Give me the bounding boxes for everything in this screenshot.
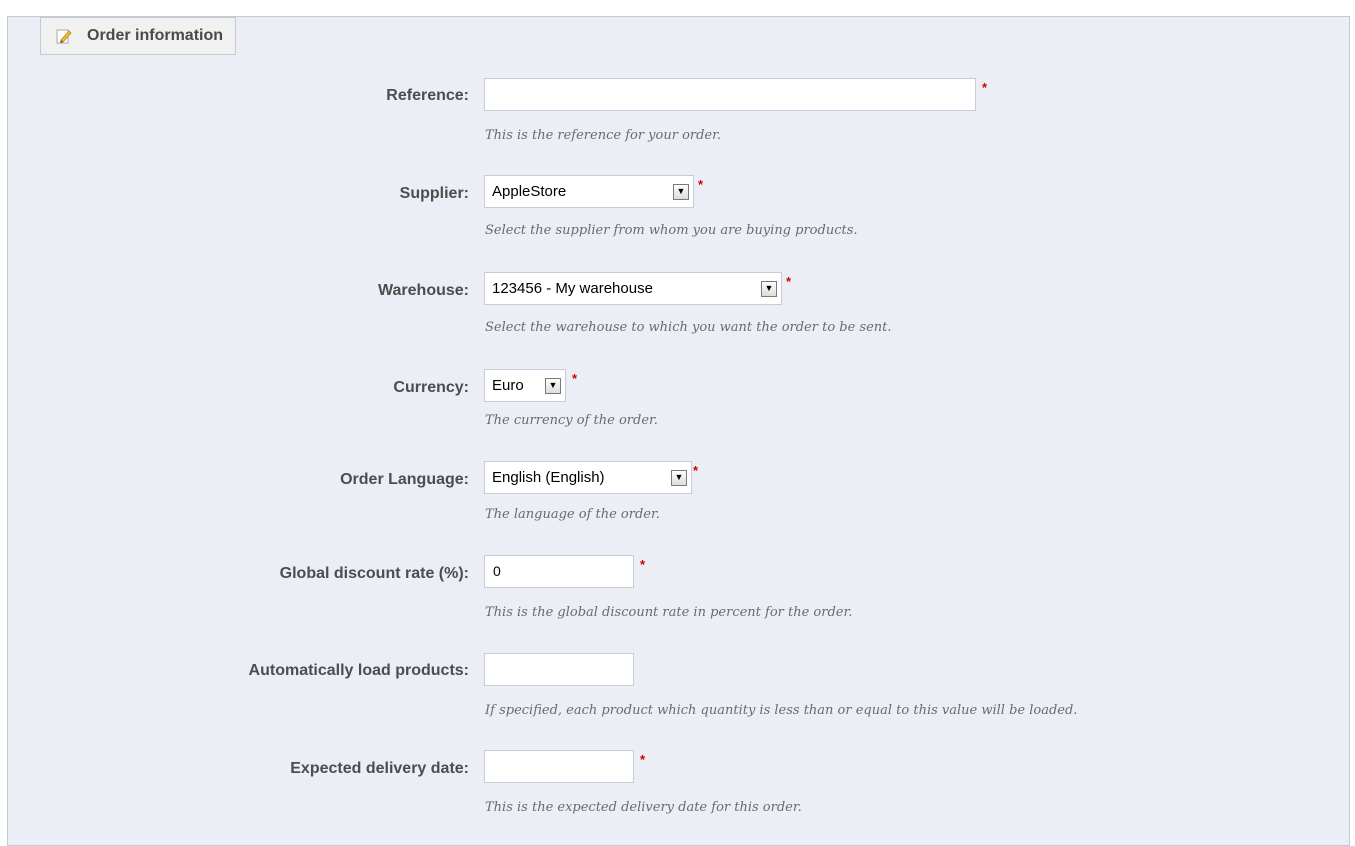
section-title: Order information <box>87 27 224 44</box>
warehouse-select[interactable]: 123456 - My warehouse ▼ <box>484 272 782 305</box>
supplier-select[interactable]: AppleStore ▼ <box>484 175 694 208</box>
warehouse-hint: Select the warehouse to which you want t… <box>485 320 892 335</box>
supplier-required-marker: * <box>698 177 704 192</box>
currency-select[interactable]: Euro ▼ <box>484 369 566 402</box>
chevron-down-icon[interactable]: ▼ <box>673 183 689 200</box>
chevron-down-icon[interactable]: ▼ <box>545 377 561 394</box>
reference-label: Reference: <box>386 87 469 104</box>
supplier-label: Supplier: <box>399 185 469 202</box>
section-legend: Order information <box>40 17 237 55</box>
delivery-date-input[interactable] <box>484 750 634 783</box>
supplier-hint: Select the supplier from whom you are bu… <box>485 223 858 238</box>
language-required-marker: * <box>693 463 699 478</box>
chevron-down-icon[interactable]: ▼ <box>671 469 687 486</box>
currency-select-value: Euro <box>492 377 524 394</box>
reference-input[interactable] <box>484 78 976 111</box>
delivery-required-marker: * <box>640 752 646 767</box>
delivery-label: Expected delivery date: <box>290 760 469 777</box>
currency-required-marker: * <box>572 371 578 386</box>
warehouse-select-value: 123456 - My warehouse <box>492 280 653 297</box>
language-hint: The language of the order. <box>485 507 660 522</box>
language-select[interactable]: English (English) ▼ <box>484 461 692 494</box>
language-label: Order Language: <box>340 471 469 488</box>
currency-hint: The currency of the order. <box>485 413 658 428</box>
reference-hint: This is the reference for your order. <box>485 128 722 143</box>
chevron-down-icon[interactable]: ▼ <box>761 280 777 297</box>
warehouse-required-marker: * <box>786 274 792 289</box>
delivery-hint: This is the expected delivery date for t… <box>485 800 802 815</box>
discount-input[interactable]: 0 <box>484 555 634 588</box>
autoload-hint: If specified, each product which quantit… <box>485 703 1078 718</box>
reference-required-marker: * <box>982 80 988 95</box>
discount-hint: This is the global discount rate in perc… <box>485 605 853 620</box>
autoload-input[interactable] <box>484 653 634 686</box>
discount-label: Global discount rate (%): <box>279 565 469 582</box>
discount-required-marker: * <box>640 557 646 572</box>
warehouse-label: Warehouse: <box>378 282 469 299</box>
currency-label: Currency: <box>393 379 469 396</box>
pencil-icon <box>55 27 73 45</box>
language-select-value: English (English) <box>492 469 605 486</box>
autoload-label: Automatically load products: <box>248 662 469 679</box>
supplier-select-value: AppleStore <box>492 183 567 200</box>
